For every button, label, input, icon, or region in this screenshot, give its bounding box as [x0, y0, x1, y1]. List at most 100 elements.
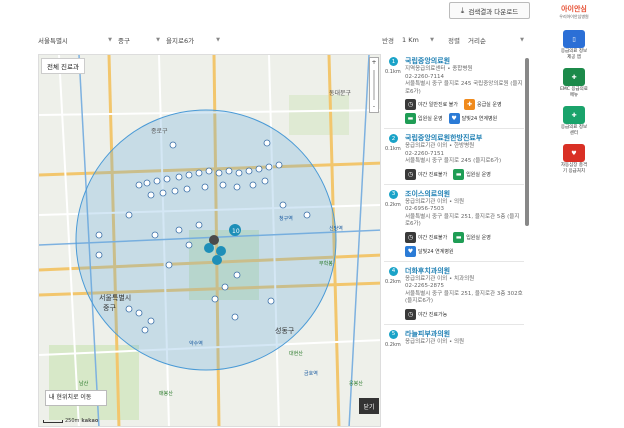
hospital-type: 응급의료기관 이외 • 치과의원 [405, 275, 475, 282]
badge-label: 입원실 운영 [418, 116, 443, 122]
radius-select[interactable]: 1 Km ▼ [402, 36, 440, 44]
bed-icon: ▬ [405, 113, 416, 124]
gu-select[interactable]: 중구 ▼ [118, 35, 166, 45]
heart-icon: ♥ [563, 144, 585, 162]
sido-select[interactable]: 서울특별시 ▼ [38, 35, 118, 45]
map-scale: 250m kakao [43, 418, 98, 424]
medical-cross-icon: ✚ [563, 106, 585, 124]
map-label: 응봉산 [349, 380, 363, 387]
download-icon: ⤓ [460, 5, 465, 15]
map-label: 성동구 [275, 326, 295, 335]
service-badge: ▬ 입원실 운영 [453, 168, 491, 180]
service-badges: ◷ 야간 일반진료 불가 ✚ 응급실 운영 ▬ 입원실 운영 ♥ 달빛24 연계병원 [405, 99, 524, 124]
list-item[interactable]: 5 0.2km 라늘피부과의원 응급의료기관 이외 • 의원 [384, 329, 524, 348]
distance-label: 0.1km [385, 146, 401, 152]
list-item[interactable]: 3 0.2km 조이스의료의원 응급의료기관 이외 • 의원 02-6956-7… [384, 189, 524, 257]
site-logo[interactable]: 아이안심 우리아이안심병원 [552, 4, 596, 22]
hospital-name-link[interactable]: 국립중앙의료원한방진료부 [405, 133, 524, 143]
hospital-address: 서울특별시 중구 을지로 251, 을지로관 5층 (을지로6가) [405, 213, 520, 228]
divider [384, 260, 524, 262]
map-label: 남산 [79, 380, 89, 387]
medical-cross-icon: ✚ [563, 68, 585, 86]
service-badge: ♥ 달빛24 연계병원 [405, 245, 454, 257]
department-filter-tag[interactable]: 전체 진료과 [41, 58, 85, 74]
dong-select[interactable]: 을지로6가 ▼ [166, 35, 226, 45]
hospital-address: 서울특별시 중구 을지로 251, 을지로관 3층 302호 (을지로6가) [405, 290, 523, 305]
result-number-badge: 2 [389, 134, 398, 143]
app-caption: 응급의료 정보제공 앱 [560, 49, 588, 60]
sido-value: 서울특별시 [38, 37, 68, 45]
svg-text:10: 10 [232, 228, 240, 235]
zoom-control: + - [369, 57, 379, 113]
logo-title: 아이안심 [561, 5, 587, 13]
hospital-phone: 02-2260-7151 [405, 150, 444, 157]
sort-select[interactable]: 거리순 ▼ [468, 35, 530, 45]
service-badge: ✚ 응급실 운영 [463, 99, 502, 110]
hospital-name-link[interactable]: 더화후치과의원 [405, 266, 524, 276]
zoom-in-button[interactable]: + [371, 58, 376, 68]
radius-label: 반경 [382, 37, 395, 45]
park-area [289, 95, 349, 135]
scale-label: 250m [65, 418, 80, 424]
map-label: 중구 [103, 304, 116, 312]
hospital-name-link[interactable]: 국립중앙의료원 [405, 56, 524, 66]
right-sidebar: 아이안심 우리아이안심병원 ▯ 응급의료 정보제공 앱 ✚ EMC 응급의료 메… [548, 4, 600, 174]
logo-subtitle: 우리아이안심병원 [559, 14, 589, 19]
hospital-name-link[interactable]: 라늘피부과의원 [405, 329, 524, 339]
map-close-button[interactable]: 닫기 [359, 398, 379, 414]
result-number-badge: 5 [389, 329, 398, 339]
hospital-address: 서울특별시 중구 을지로 245 (을지로6가) [405, 158, 502, 164]
hospital-name-link[interactable]: 조이스의료의원 [405, 189, 524, 199]
map-label: 대현산 [289, 350, 303, 357]
map-label: 매봉산 [159, 390, 173, 397]
app-link-emergency-center[interactable]: ✚ 응급의료 정보 센터 [559, 106, 589, 136]
divider [384, 323, 524, 325]
app-caption: 응급의료 정보 센터 [560, 125, 588, 136]
badge-label: 입원실 운영 [466, 171, 491, 178]
zoom-out-button[interactable]: - [373, 102, 375, 112]
badge-label: 달빛24 연계병원 [461, 116, 498, 122]
distance-label: 0.2km [385, 201, 401, 208]
my-location-button[interactable]: 내 현위치로 이동 [45, 390, 107, 406]
list-item[interactable]: 4 0.2km 더화후치과의원 응급의료기관 이외 • 치과의원 02-2265… [384, 266, 524, 320]
app-caption: 자동심장 충격기 응급처치 [560, 163, 588, 174]
divider [384, 128, 524, 129]
list-scrollbar[interactable] [525, 58, 529, 226]
hospital-type: 응급의료기관 이외 • 의원 [405, 338, 465, 345]
service-badge: ◷ 야간 진료불가 [405, 231, 447, 243]
emergency-icon: ✚ [463, 99, 475, 110]
chevron-down-icon: ▼ [520, 37, 524, 43]
chevron-down-icon: ▼ [156, 37, 160, 43]
badge-label: 달빛24 연계병원 [418, 248, 454, 255]
hospital-address: 서울특별시 중구 을지로 245 국립중앙의료원 (을지로6가) [405, 81, 523, 95]
map-provider-logo: kakao [81, 418, 99, 424]
app-link-emergency-info[interactable]: ▯ 응급의료 정보제공 앱 [559, 30, 589, 60]
map-view[interactable]: 서울특별시 중구 성동구 종로구 동대문구 무학봉 대현산 응봉산 남산 매봉산… [38, 54, 381, 427]
service-badge: ◷ 야간 진료불가 [405, 168, 448, 180]
sort-label: 정렬 [448, 37, 460, 45]
gu-value: 중구 [118, 37, 130, 45]
app-link-emc[interactable]: ✚ EMC 응급의료 메뉴 [559, 68, 589, 98]
service-badge: ◷ 야간 진료가능 [405, 308, 447, 320]
heart-icon: ♥ [405, 245, 416, 257]
clock-icon: ◷ [405, 231, 416, 243]
hospital-type: 지역응급의료센터 • 종합병원 [405, 66, 473, 72]
distance-label: 0.2km [385, 341, 401, 348]
divider [384, 183, 524, 185]
app-link-aed[interactable]: ♥ 자동심장 충격기 응급처치 [559, 144, 589, 174]
map-label: 금호역 [304, 370, 318, 377]
phone-icon: ▯ [563, 30, 585, 48]
service-badges: ◷ 야간 진료가능 [405, 308, 524, 320]
list-item[interactable]: 2 0.1km 국립중앙의료원한방진료부 응급의료기관 이외 • 한방병원 02… [384, 133, 524, 180]
list-item[interactable]: 1 0.1km 국립중앙의료원 지역응급의료센터 • 종합병원 02-2260-… [384, 56, 524, 124]
hospital-phone: 02-6956-7503 [405, 206, 444, 212]
clock-icon: ◷ [405, 308, 416, 320]
badge-label: 야간 진료불가 [418, 171, 448, 178]
result-list[interactable]: 1 0.1km 국립중앙의료원 지역응급의료센터 • 종합병원 02-2260-… [384, 56, 524, 428]
filter-bar: 서울특별시 ▼ 중구 ▼ 을지로6가 ▼ 반경 1 Km ▼ 정렬 거리순 ▼ [38, 33, 530, 47]
download-results-button[interactable]: ⤓ 검색결과 다운로드 [449, 2, 530, 19]
sort-value: 거리순 [468, 37, 486, 45]
zoom-slider[interactable] [373, 70, 375, 100]
service-badge: ▬ 입원실 운영 [405, 113, 443, 124]
map-label: 약수역 [189, 340, 203, 347]
